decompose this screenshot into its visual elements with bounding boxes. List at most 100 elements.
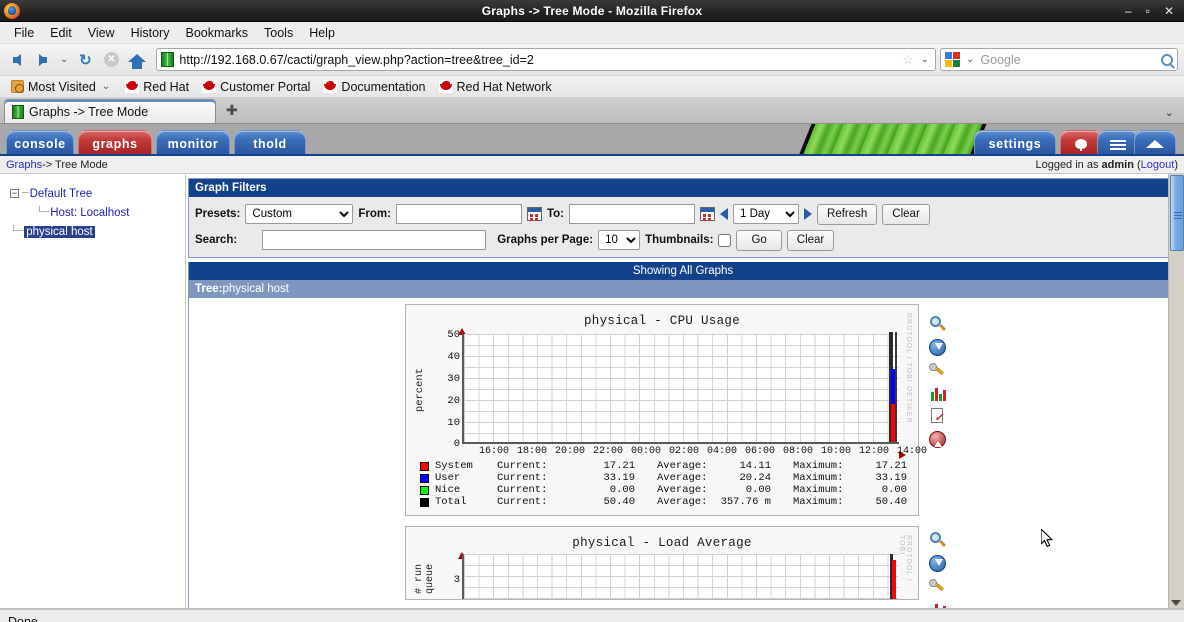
most-visited-icon bbox=[11, 80, 24, 93]
menu-view[interactable]: View bbox=[80, 24, 123, 42]
firefox-logo-icon bbox=[4, 2, 20, 19]
history-dropdown-icon[interactable]: ⌄ bbox=[58, 54, 70, 65]
legend-swatch-icon bbox=[420, 461, 429, 471]
maximize-button[interactable]: ▫ bbox=[1146, 5, 1150, 17]
bookmark-red-hat-network[interactable]: Red Hat Network bbox=[434, 79, 557, 95]
search-icon[interactable] bbox=[1161, 53, 1173, 66]
search-engine-dropdown-icon[interactable]: ⌄ bbox=[964, 54, 976, 65]
tab-graphs-tree-mode[interactable]: Graphs -> Tree Mode bbox=[4, 99, 216, 123]
scrollbar-thumb[interactable] bbox=[1170, 175, 1184, 251]
zoom-graph-icon[interactable] bbox=[929, 532, 946, 549]
y-tick: 0 bbox=[453, 438, 460, 450]
close-button[interactable]: ✕ bbox=[1164, 5, 1174, 17]
logout-link[interactable]: Logout bbox=[1141, 159, 1175, 171]
sidebar-item-default-tree[interactable]: − ─ Default Tree bbox=[6, 184, 185, 203]
from-input[interactable] bbox=[395, 204, 522, 224]
bookmark-label: Red Hat Network bbox=[456, 79, 552, 94]
cacti-list-button[interactable] bbox=[1097, 130, 1139, 154]
graph-properties-icon[interactable] bbox=[928, 578, 946, 595]
x-tick: 12:00 bbox=[858, 446, 890, 457]
refresh-button[interactable]: Refresh bbox=[817, 203, 878, 225]
menu-tools[interactable]: Tools bbox=[256, 24, 301, 42]
forward-button[interactable] bbox=[32, 49, 54, 71]
graph-left-spacer bbox=[189, 304, 405, 516]
csv-export-icon[interactable] bbox=[928, 555, 946, 572]
cacti-tab-thold[interactable]: thold bbox=[234, 130, 306, 154]
graph-report-icon[interactable] bbox=[929, 408, 946, 425]
minimize-button[interactable]: – bbox=[1125, 5, 1132, 17]
cacti-tab-graphs[interactable]: graphs bbox=[78, 130, 152, 154]
shift-left-icon[interactable] bbox=[720, 208, 729, 220]
tab-list-chevron-icon[interactable]: ⌄ bbox=[1165, 106, 1174, 119]
legend-maximum-header: Maximum: bbox=[793, 472, 844, 484]
to-label: To: bbox=[546, 208, 565, 220]
bookmark-star-icon[interactable]: ☆ bbox=[902, 52, 914, 68]
scroll-down-arrow-icon[interactable] bbox=[1171, 600, 1181, 606]
bookmark-red-hat[interactable]: Red Hat bbox=[120, 79, 194, 95]
menu-file[interactable]: File bbox=[6, 24, 42, 42]
graph-alert-icon[interactable] bbox=[928, 431, 946, 448]
legend-current-value: 50.40 bbox=[603, 496, 635, 508]
range-select[interactable]: 1 Day2 Days1 Week1 Month1 Year bbox=[733, 204, 800, 224]
red-hat-icon bbox=[438, 80, 453, 93]
paren-close: ) bbox=[1174, 158, 1178, 171]
cacti-tab-monitor[interactable]: monitor bbox=[156, 130, 230, 154]
go-button[interactable]: Go bbox=[736, 229, 782, 251]
bookmark-customer-portal[interactable]: Customer Portal bbox=[197, 79, 315, 95]
bookmark-documentation[interactable]: Documentation bbox=[318, 79, 430, 95]
graph-image-load-average[interactable]: physical - Load Average RRDTOOL / TOBI #… bbox=[405, 526, 919, 600]
legend-current-value: 0.00 bbox=[609, 484, 635, 496]
calendar-icon[interactable] bbox=[700, 207, 716, 221]
menu-edit[interactable]: Edit bbox=[42, 24, 80, 42]
zoom-graph-icon[interactable] bbox=[929, 316, 946, 333]
page-scrollbar-vertical[interactable] bbox=[1168, 174, 1184, 608]
legend-average-header: Average: bbox=[657, 496, 708, 508]
sidebar-item-physical-host[interactable]: └─ physical host bbox=[6, 222, 185, 241]
x-axis-ticks: 16:00 18:00 20:00 22:00 00:00 02:00 04:0… bbox=[462, 446, 927, 460]
window-controls: – ▫ ✕ bbox=[1125, 5, 1184, 17]
red-hat-icon bbox=[202, 80, 217, 93]
tree-connector: └─ bbox=[36, 206, 50, 219]
new-tab-button[interactable]: ✚ bbox=[226, 102, 238, 119]
legend-row: System Current: 17.21 Average: 14.11 Max… bbox=[420, 460, 918, 472]
csv-export-icon[interactable] bbox=[928, 339, 946, 356]
cacti-tab-settings[interactable]: settings bbox=[974, 130, 1056, 154]
home-button[interactable] bbox=[126, 49, 148, 71]
search-input[interactable]: Google bbox=[980, 53, 1157, 67]
to-input[interactable] bbox=[569, 204, 696, 224]
address-bar[interactable]: http://192.168.0.67/cacti/graph_view.php… bbox=[156, 48, 936, 71]
clear-dates-button[interactable]: Clear bbox=[882, 203, 930, 225]
legend-row: Nice Current: 0.00 Average: 0.00 Maximum… bbox=[420, 484, 918, 496]
legend-row: User Current: 33.19 Average: 20.24 Maxim… bbox=[420, 472, 918, 484]
sidebar-item-host-localhost[interactable]: └─ Host: Localhost bbox=[6, 203, 185, 222]
back-button[interactable] bbox=[6, 49, 28, 71]
menu-help[interactable]: Help bbox=[301, 24, 343, 42]
logged-in-user: admin bbox=[1101, 158, 1134, 171]
graph-search-input[interactable] bbox=[262, 230, 487, 250]
graphs-per-page-select[interactable]: 510203050100 bbox=[598, 230, 641, 250]
reload-button[interactable]: ↻ bbox=[74, 49, 96, 71]
bookmark-most-visited[interactable]: Most Visited ⌄ bbox=[6, 79, 117, 95]
stop-button: ✕ bbox=[100, 49, 122, 71]
graph-properties-icon[interactable] bbox=[928, 362, 946, 379]
legend-series-name: Nice bbox=[435, 484, 461, 496]
graph-action-icons bbox=[919, 304, 949, 516]
cacti-tab-console[interactable]: console bbox=[6, 130, 74, 154]
clear-search-button[interactable]: Clear bbox=[786, 229, 835, 251]
presets-select[interactable]: CustomLast Half HourLast HourLast 2 Hour… bbox=[245, 204, 354, 224]
cacti-help-button[interactable] bbox=[1060, 130, 1102, 154]
menu-bookmarks[interactable]: Bookmarks bbox=[177, 24, 256, 42]
cacti-graph-view-button[interactable] bbox=[1134, 130, 1176, 154]
thumbnails-checkbox[interactable] bbox=[718, 233, 732, 247]
menu-history[interactable]: History bbox=[123, 24, 178, 42]
expander-icon[interactable]: − bbox=[10, 189, 19, 198]
urlbar-dropdown-icon[interactable]: ⌄ bbox=[919, 54, 931, 65]
graph-data-icon[interactable] bbox=[929, 601, 946, 608]
calendar-icon[interactable] bbox=[526, 207, 542, 221]
google-icon[interactable] bbox=[945, 52, 960, 67]
breadcrumb-link-graphs[interactable]: Graphs bbox=[6, 159, 42, 171]
graph-image-cpu-usage[interactable]: physical - CPU Usage RRDTOOL / TOBI OETI… bbox=[405, 304, 927, 516]
graph-data-icon[interactable] bbox=[929, 385, 946, 402]
search-bar[interactable]: ⌄ Google bbox=[940, 48, 1178, 71]
shift-right-icon[interactable] bbox=[804, 208, 813, 220]
